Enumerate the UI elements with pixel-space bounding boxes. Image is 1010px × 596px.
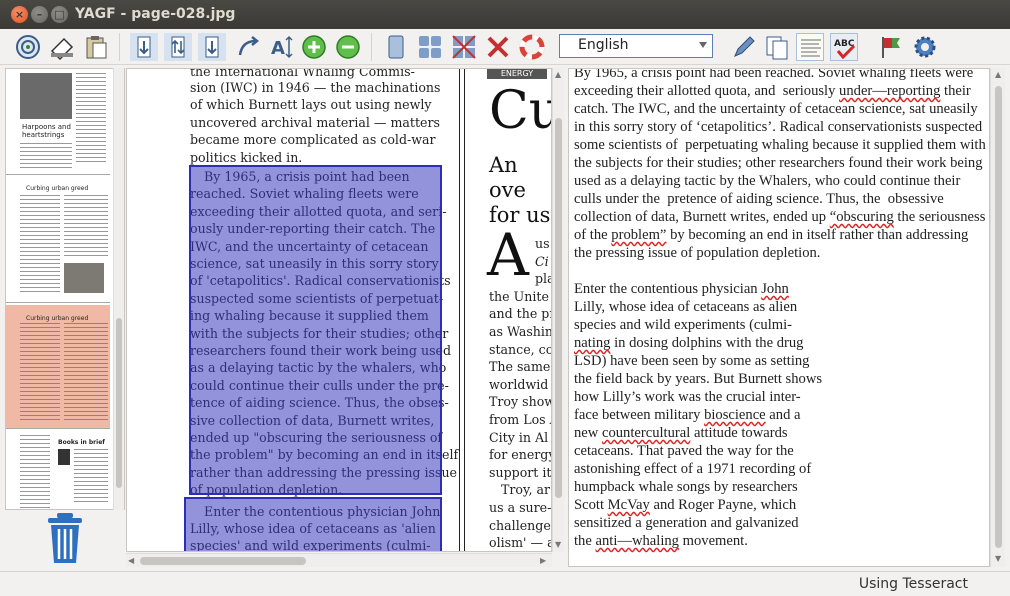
svg-text:A: A xyxy=(271,38,285,59)
column-divider-2 xyxy=(464,69,465,551)
zoom-in-icon[interactable] xyxy=(300,33,328,61)
help-ring-icon[interactable] xyxy=(518,33,546,61)
scan-icon[interactable] xyxy=(14,33,42,61)
thumbnail-page-3-selected[interactable]: Curbing urban greed xyxy=(6,305,110,429)
misspelled-word[interactable]: problem” xyxy=(611,227,666,243)
misspelled-word[interactable]: John xyxy=(761,281,789,297)
clear-blocks-icon[interactable] xyxy=(484,33,512,61)
thumbnail-page-2[interactable]: Curbing urban greed xyxy=(6,177,110,303)
window-title: YAGF - page-028.jpg xyxy=(75,6,236,22)
language-value: English xyxy=(578,37,629,53)
page-line: olism' — a xyxy=(489,535,552,551)
rotate-left-icon[interactable] xyxy=(130,33,158,61)
close-window-button[interactable]: × xyxy=(11,6,28,23)
paste-icon[interactable] xyxy=(82,33,110,61)
deskew-icon[interactable] xyxy=(234,33,262,61)
page-line: City in Al xyxy=(489,429,549,445)
language-select[interactable]: English xyxy=(559,34,713,58)
page-line: Ci xyxy=(535,253,549,269)
settings-gear-icon[interactable] xyxy=(911,33,939,61)
recognize-all-icon[interactable] xyxy=(796,33,824,61)
selection-block-1[interactable] xyxy=(189,165,442,495)
page-line: us xyxy=(535,236,550,251)
page-line: as Washing xyxy=(489,324,551,339)
flag-icon[interactable] xyxy=(877,33,905,61)
spellcheck-icon[interactable]: ABC xyxy=(830,33,858,61)
status-bar: Using Tesseract xyxy=(0,571,1010,596)
page-line: worldwid xyxy=(489,376,549,392)
misspelled-word[interactable]: countercultural xyxy=(602,425,690,441)
thumbnail-page-1[interactable]: Harpoons and heartstrings xyxy=(6,69,110,175)
maximize-window-button[interactable]: □ xyxy=(51,6,68,23)
page-line: challenges xyxy=(489,517,552,533)
page-line: us a sure-h xyxy=(489,500,552,515)
misspelled-word[interactable]: bioscience xyxy=(704,407,766,423)
misspelled-word[interactable]: nating xyxy=(574,335,610,351)
misspelled-word[interactable]: “obscuring xyxy=(830,209,894,225)
page-heading: Cu xyxy=(489,81,551,141)
subheading-line: An ove xyxy=(489,153,526,202)
trash-icon[interactable] xyxy=(45,513,85,565)
page-line: Troy show xyxy=(489,394,552,410)
page-line: the Unite xyxy=(489,288,549,304)
page-line: became more complicated as cold-war xyxy=(190,132,436,148)
drop-cap: A xyxy=(487,221,529,289)
image-vertical-scrollbar[interactable]: ▲ ▼ xyxy=(552,68,564,552)
page-line: support it. xyxy=(489,464,552,480)
minimize-window-button[interactable]: – xyxy=(31,6,48,23)
single-block-icon[interactable] xyxy=(382,33,410,61)
page-line: stance, com xyxy=(489,341,551,357)
page-line: pla xyxy=(535,271,551,287)
text-size-icon[interactable]: A xyxy=(266,33,294,61)
thumbnail-page-4[interactable]: Books in brief xyxy=(6,431,110,509)
selection-block-2[interactable] xyxy=(184,497,442,551)
image-view[interactable]: the International Whaling Commis- sion (… xyxy=(126,68,552,552)
chevron-down-icon xyxy=(699,42,707,48)
recognized-text[interactable]: By 1965, a crisis point had been reached… xyxy=(574,69,989,566)
page-line: sion (IWC) in 1946 — the machinations xyxy=(190,80,441,95)
rotate-right-icon[interactable] xyxy=(198,33,226,61)
misspelled-word[interactable]: anti—whaling xyxy=(595,533,679,549)
page-header-tab: ENERGY xyxy=(487,69,547,79)
text-paragraph[interactable]: Enter the contentious physician John Lil… xyxy=(574,280,989,550)
auto-blocks-icon[interactable] xyxy=(450,33,478,61)
copy-text-icon[interactable] xyxy=(763,33,791,61)
editor-scrollbar[interactable]: ▲ ▼ xyxy=(990,68,1005,567)
page-line: and the pr xyxy=(489,306,552,322)
column-divider xyxy=(459,69,460,551)
image-horizontal-scrollbar[interactable]: ◀ ▶ xyxy=(126,553,552,567)
misspelled-word[interactable]: McVay xyxy=(608,497,650,513)
zoom-out-icon[interactable] xyxy=(334,33,362,61)
page-line: from Los A xyxy=(489,412,552,427)
text-paragraph[interactable]: By 1965, a crisis point had been reached… xyxy=(574,69,989,262)
page-line: uncovered archival material — matters xyxy=(190,114,440,130)
page-line: Troy, ar xyxy=(501,482,550,498)
flip-icon[interactable] xyxy=(164,33,192,61)
thumbnail-list[interactable]: Harpoons and heartstrings Curbing urban g… xyxy=(5,68,125,510)
thumbnail-scrollbar[interactable] xyxy=(113,68,124,510)
recognize-pencil-icon[interactable] xyxy=(730,33,758,61)
scanned-page: the International Whaling Commis- sion (… xyxy=(127,69,552,551)
page-line: politics kicked in. xyxy=(190,149,303,165)
engine-status: Using Tesseract xyxy=(858,576,968,592)
open-image-icon[interactable] xyxy=(48,33,76,61)
title-bar: × – □ YAGF - page-028.jpg xyxy=(0,0,1010,29)
text-editor[interactable]: By 1965, a crisis point had been reached… xyxy=(568,68,990,567)
page-line: The same xyxy=(489,359,551,375)
page-line: of which Burnett lays out using newly xyxy=(190,97,432,113)
page-line: for energy xyxy=(489,447,552,463)
blocks-icon[interactable] xyxy=(416,33,444,61)
misspelled-word[interactable]: under—reporting xyxy=(839,83,940,99)
page-subheading: An ove for us xyxy=(489,153,551,228)
